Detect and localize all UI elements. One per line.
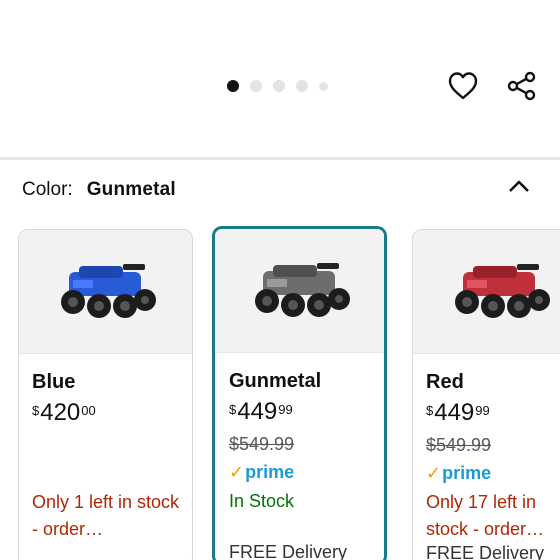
- rc-truck-image: [60, 263, 156, 318]
- color-label: Color:: [22, 179, 73, 200]
- prime-label: prime: [442, 463, 492, 483]
- delivery-info: FREE Delivery: [426, 543, 545, 560]
- rc-truck-image: [454, 263, 550, 318]
- favorite-button[interactable]: [443, 66, 483, 106]
- stock-status: Only 17 left in stock - order…: [426, 492, 545, 539]
- gallery-dot[interactable]: [273, 80, 285, 92]
- variant-card-red[interactable]: Red $ 449 99 $549.99 ✓ prime Only 17 lef…: [412, 229, 560, 560]
- selected-color-value: Gunmetal: [86, 179, 176, 200]
- gallery-dot[interactable]: [227, 80, 239, 92]
- price-fraction: 99: [278, 402, 293, 417]
- section-divider: [0, 157, 560, 160]
- prime-label: prime: [245, 462, 295, 482]
- price-fraction: 99: [475, 403, 490, 418]
- prime-check-icon: ✓: [229, 462, 245, 482]
- image-gallery[interactable]: [0, 0, 560, 157]
- variant-name: Gunmetal: [229, 370, 322, 392]
- price-fraction: 00: [81, 403, 96, 418]
- gallery-dot[interactable]: [319, 81, 328, 91]
- variant-image: [215, 229, 384, 353]
- price-whole: 449: [434, 399, 475, 426]
- prime-badge: ✓ prime: [426, 463, 491, 484]
- prime-badge: ✓ prime: [229, 462, 294, 483]
- list-price: $549.99: [426, 435, 492, 455]
- gallery-pagination: [227, 80, 339, 92]
- gallery-dot[interactable]: [250, 80, 262, 92]
- delivery-info: FREE Delivery: [229, 542, 348, 560]
- stock-status: In Stock: [229, 491, 295, 511]
- variant-price: $ 420 00: [32, 400, 96, 426]
- variant-image: [19, 230, 192, 354]
- currency-symbol: $: [32, 403, 40, 418]
- gallery-dot[interactable]: [296, 80, 308, 92]
- variant-card-gunmetal[interactable]: Gunmetal $ 449 99 $549.99 ✓ prime In Sto…: [212, 226, 387, 560]
- color-selector-header[interactable]: Color: Gunmetal: [22, 179, 176, 201]
- price-whole: 420: [40, 399, 81, 426]
- currency-symbol: $: [426, 403, 434, 418]
- currency-symbol: $: [229, 402, 237, 417]
- share-icon: [507, 71, 536, 101]
- variant-name: Red: [426, 371, 464, 393]
- variant-price: $ 449 99: [229, 399, 293, 425]
- list-price: $549.99: [229, 434, 295, 454]
- heart-icon: [448, 72, 478, 100]
- stock-status: Only 1 left in stock - order…: [32, 492, 180, 539]
- variant-image: [413, 230, 560, 354]
- variant-name: Blue: [32, 371, 76, 393]
- collapse-button[interactable]: [504, 172, 534, 200]
- prime-check-icon: ✓: [426, 463, 442, 483]
- share-button[interactable]: [502, 66, 542, 106]
- variant-card-blue[interactable]: Blue $ 420 00 Only 1 left in stock - ord…: [18, 229, 193, 560]
- chevron-up-icon: [509, 180, 529, 192]
- variant-price: $ 449 99: [426, 400, 490, 426]
- rc-truck-image: [254, 262, 350, 317]
- price-whole: 449: [237, 398, 278, 425]
